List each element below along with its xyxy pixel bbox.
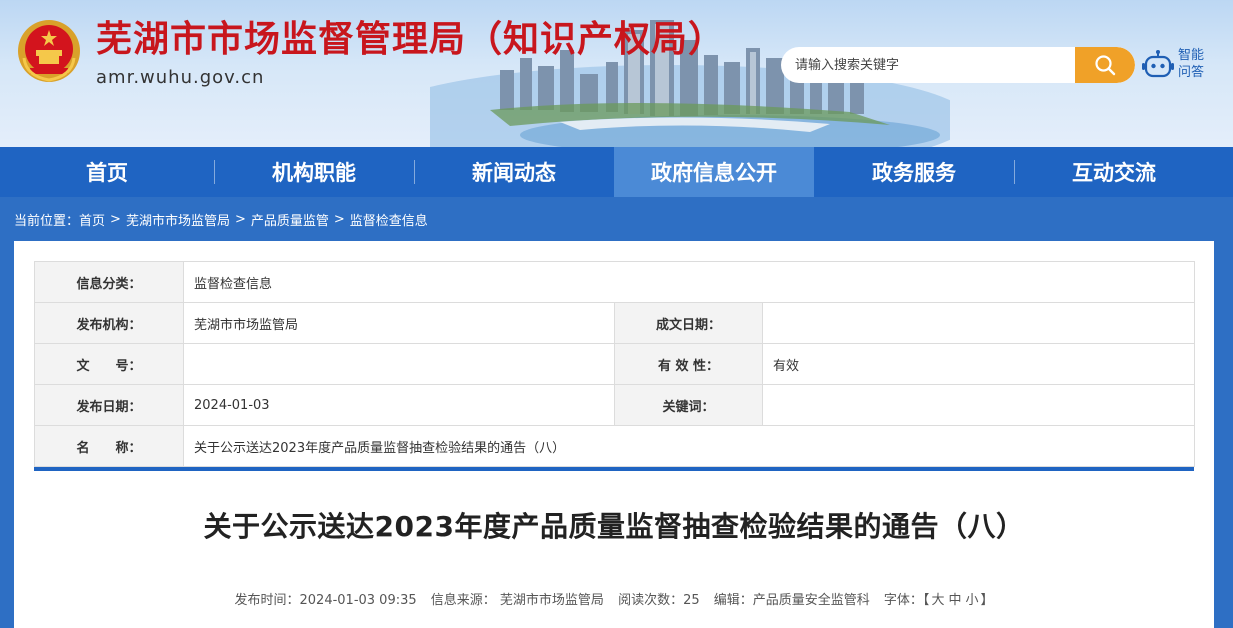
doc-number-value bbox=[183, 343, 615, 385]
name-label: 名 称： bbox=[34, 425, 184, 467]
nav-item-interaction[interactable]: 互动交流 bbox=[1014, 147, 1214, 197]
main-nav: 首页 机构职能 新闻动态 政府信息公开 政务服务 互动交流 bbox=[0, 147, 1233, 197]
name-value: 关于公示送达2023年度产品质量监督抽查检验结果的通告（八） bbox=[182, 425, 1196, 467]
publisher-label: 发布机构： bbox=[34, 302, 184, 344]
breadcrumb-bureau[interactable]: 芜湖市市场监管局 bbox=[126, 210, 230, 229]
editor: 编辑：产品质量安全监管科 bbox=[713, 593, 870, 608]
article-meta: 发布时间：2024-01-03 09:35 信息来源： 芜湖市市场监管局 阅读次… bbox=[14, 589, 1214, 608]
site-header: 芜湖市市场监督管理局（知识产权局） amr.wuhu.gov.cn 智能问答 bbox=[0, 0, 1233, 147]
category-label: 信息分类： bbox=[34, 261, 184, 303]
assistant-label: 智能问答 bbox=[1178, 48, 1205, 80]
publish-date-value: 2024-01-03 bbox=[183, 384, 615, 426]
nav-item-info-disclosure[interactable]: 政府信息公开 bbox=[614, 147, 814, 197]
search-icon bbox=[1095, 55, 1116, 76]
breadcrumb-home[interactable]: 首页 bbox=[79, 210, 105, 229]
font-size-label: 字体：【 bbox=[883, 593, 930, 608]
site-domain: amr.wuhu.gov.cn bbox=[96, 67, 265, 88]
table-row: 文 号： 有 效 性： 有效 bbox=[34, 343, 1196, 385]
font-small-link[interactable]: 小 bbox=[965, 593, 978, 608]
doc-number-label: 文 号： bbox=[34, 343, 184, 385]
font-medium-link[interactable]: 中 bbox=[948, 593, 961, 608]
font-large-link[interactable]: 大 bbox=[931, 593, 944, 608]
publish-time: 发布时间：2024-01-03 09:35 bbox=[234, 593, 417, 608]
view-count: 阅读次数：25 bbox=[618, 593, 700, 608]
font-size-switcher: 字体：【大中小】 bbox=[884, 593, 994, 608]
table-bottom-divider bbox=[34, 467, 1194, 471]
created-date-value bbox=[761, 302, 1196, 344]
breadcrumb-separator: > bbox=[234, 211, 246, 227]
table-row: 信息分类： 监督检查信息 bbox=[34, 261, 1196, 303]
nav-item-news[interactable]: 新闻动态 bbox=[414, 147, 614, 197]
info-source: 信息来源： 芜湖市市场监管局 bbox=[430, 593, 604, 608]
breadcrumb-prefix: 当前位置： bbox=[14, 213, 80, 229]
nav-item-functions[interactable]: 机构职能 bbox=[214, 147, 414, 197]
keywords-label: 关键词： bbox=[614, 384, 763, 426]
validity-label: 有 效 性： bbox=[614, 343, 763, 385]
table-row: 发布机构： 芜湖市市场监管局 成文日期： bbox=[34, 302, 1196, 344]
breadcrumb-separator: > bbox=[333, 211, 345, 227]
publisher-value: 芜湖市市场监管局 bbox=[183, 302, 615, 344]
search-input[interactable] bbox=[781, 47, 1075, 83]
robot-icon bbox=[1142, 50, 1174, 78]
national-emblem-icon bbox=[18, 20, 80, 82]
search-box bbox=[781, 47, 1135, 83]
breadcrumb: 当前位置： 首页 > 芜湖市市场监管局 > 产品质量监管 > 监督检查信息 bbox=[14, 208, 428, 230]
search-button[interactable] bbox=[1075, 47, 1135, 83]
main-content: 信息分类： 监督检查信息 发布机构： 芜湖市市场监管局 成文日期： 文 号： 有… bbox=[14, 241, 1214, 628]
keywords-value bbox=[761, 384, 1196, 426]
nav-item-home[interactable]: 首页 bbox=[0, 147, 214, 197]
breadcrumb-separator: > bbox=[110, 211, 121, 227]
table-row: 名 称： 关于公示送达2023年度产品质量监督抽查检验结果的通告（八） bbox=[34, 425, 1196, 467]
validity-value: 有效 bbox=[761, 343, 1196, 385]
table-row: 发布日期： 2024-01-03 关键词： bbox=[34, 384, 1196, 426]
nav-item-services[interactable]: 政务服务 bbox=[814, 147, 1014, 197]
breadcrumb-quality[interactable]: 产品质量监管 bbox=[251, 210, 329, 229]
created-date-label: 成文日期： bbox=[614, 302, 763, 344]
smart-assistant-button[interactable]: 智能问答 bbox=[1142, 46, 1222, 86]
site-title: 芜湖市市场监督管理局（知识产权局） bbox=[96, 19, 726, 60]
info-table: 信息分类： 监督检查信息 发布机构： 芜湖市市场监管局 成文日期： 文 号： 有… bbox=[34, 261, 1196, 467]
category-value: 监督检查信息 bbox=[182, 261, 1196, 303]
publish-date-label: 发布日期： bbox=[34, 384, 184, 426]
article-title: 关于公示送达2023年度产品质量监督抽查检验结果的通告（八） bbox=[203, 510, 1025, 543]
breadcrumb-inspection[interactable]: 监督检查信息 bbox=[350, 210, 428, 229]
font-size-close: 】 bbox=[980, 593, 994, 608]
